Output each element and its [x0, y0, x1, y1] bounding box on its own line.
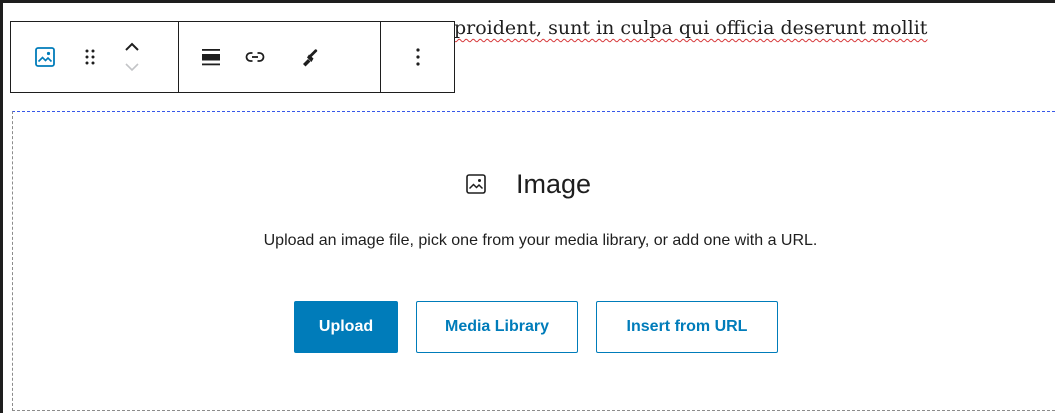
move-up-button[interactable] [117, 37, 147, 57]
toolbar-block-group [11, 22, 178, 92]
toolbar-options-group [380, 22, 454, 92]
image-block-placeholder [12, 111, 1055, 411]
block-toolbar [10, 21, 455, 93]
chevron-down-icon [125, 63, 139, 72]
toolbar-format-group [178, 22, 380, 92]
brush-icon [303, 49, 318, 67]
move-down-button[interactable] [117, 57, 147, 77]
image-icon [464, 172, 488, 196]
placeholder-title: Image [464, 167, 591, 201]
media-library-button[interactable]: Media Library [416, 301, 578, 353]
align-button[interactable] [196, 33, 226, 81]
link-icon [245, 52, 265, 62]
paragraph-text[interactable]: proident, sunt in culpa qui officia dese… [454, 17, 927, 39]
link-button[interactable] [240, 33, 270, 81]
drag-handle-icon [85, 49, 95, 65]
insert-from-url-button[interactable]: Insert from URL [596, 301, 778, 353]
more-options-button[interactable] [403, 33, 433, 81]
block-type-button[interactable] [30, 33, 60, 81]
more-vertical-icon [415, 48, 420, 66]
styles-button[interactable] [292, 33, 328, 81]
placeholder-label: Image [516, 168, 592, 199]
upload-button[interactable]: Upload [294, 301, 398, 353]
block-movers [114, 33, 150, 81]
image-icon [35, 47, 55, 67]
chevron-up-icon [125, 42, 139, 51]
placeholder-instructions: Upload an image file, pick one from your… [263, 232, 818, 249]
align-icon [202, 49, 220, 66]
drag-handle-button[interactable] [72, 33, 108, 81]
